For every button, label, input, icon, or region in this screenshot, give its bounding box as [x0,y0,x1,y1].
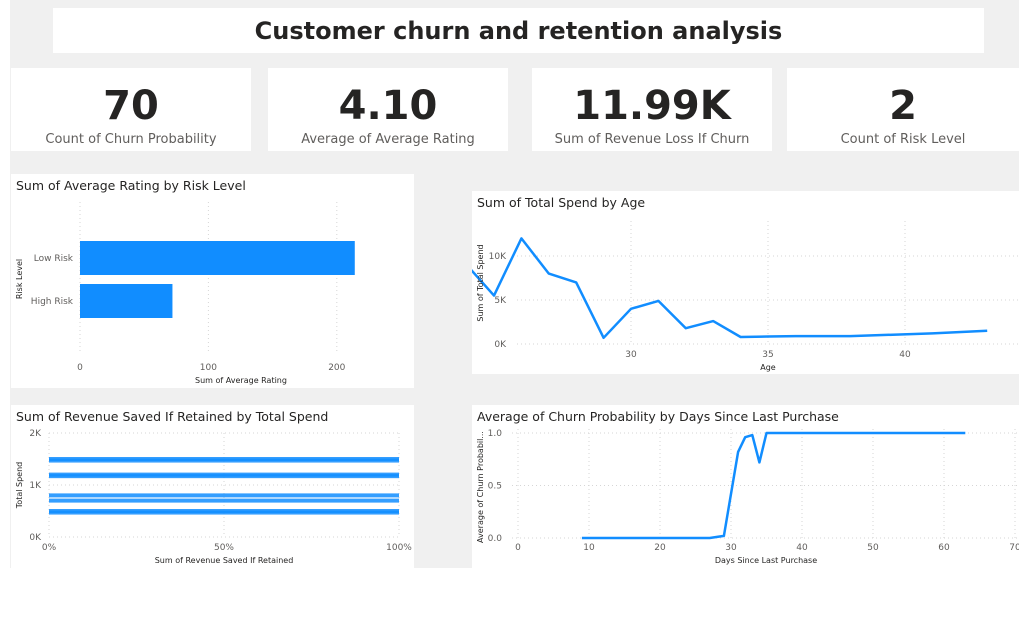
kpi-label: Count of Churn Probability [45,132,217,147]
bar-low-risk [80,241,355,275]
kpi-value: 4.10 [338,83,438,129]
bar-total-spend [49,498,399,503]
bar-total-spend [49,458,399,463]
spend-by-age-visual[interactable]: Sum of Total Spend by Age 0K 5K 10K 30 35 40 A… [472,191,1019,374]
x-tick-label: 50% [214,543,234,553]
x-axis-label: Sum of Average Rating [195,376,287,385]
y-tick-label: Low Risk [34,254,74,264]
y-tick-label: 1.0 [488,429,503,439]
x-axis-label: Age [760,363,776,372]
y-tick-label: 0.0 [488,534,503,544]
x-axis-label: Days Since Last Purchase [715,556,817,565]
y-axis-label: Total Spend [15,462,24,509]
rating-by-risk-visual[interactable]: Sum of Average Rating by Risk Level 0 100… [11,174,414,388]
x-tick-label: 50 [867,543,879,553]
x-tick-label: 200 [328,363,345,373]
kpi-card-churn-count[interactable]: 70 Count of Churn Probability [11,68,251,151]
x-axis-label: Sum of Revenue Saved If Retained [155,556,294,565]
kpi-card-revenue-loss[interactable]: 11.99K Sum of Revenue Loss If Churn [532,68,772,151]
churn-by-days-visual[interactable]: Average of Churn Probability by Days Sin… [472,405,1019,568]
bar-total-spend [49,474,399,479]
bar-total-spend [49,493,399,498]
kpi-label: Count of Risk Level [840,132,966,147]
y-tick-label: 0K [29,533,42,543]
canvas-footer-area [10,568,1019,618]
series-line [581,431,966,540]
x-tick-label: 30 [625,350,637,360]
kpi-card-risk-level-count[interactable]: 2 Count of Risk Level [787,68,1019,151]
x-tick-label: 30 [725,543,737,553]
bar-high-risk [80,284,173,318]
y-axis-label: Average of Churn Probabil... [476,431,485,543]
report-title: Customer churn and retention analysis [254,16,783,45]
x-tick-label: 40 [796,543,808,553]
x-tick-label: 0% [42,543,57,553]
revenue-saved-chart: 0K 1K 2K 0% 50% 100% Sum of Revenue Saved If R… [15,429,412,565]
x-tick-label: 40 [899,350,911,360]
x-tick-label: 70 [1009,543,1019,553]
x-tick-label: 0 [77,363,83,373]
x-tick-label: 20 [654,543,666,553]
y-axis-label: Sum of Total Spend [476,244,485,321]
revenue-saved-visual[interactable]: Sum of Revenue Saved If Retained by Tota… [11,405,414,568]
x-tick-label: 0 [515,543,521,553]
series-line [472,237,988,340]
y-tick-label: 0K [494,340,507,350]
kpi-label: Sum of Revenue Loss If Churn [554,132,750,147]
rating-by-risk-chart: 0 100 200 Low Risk High Risk Sum of Average R… [15,202,355,385]
spend-by-age-chart: 0K 5K 10K 30 35 40 Age Sum of Total Spend [472,221,1019,372]
x-tick-label: 60 [938,543,950,553]
y-tick-label: 5K [494,296,507,306]
kpi-value: 2 [889,83,917,129]
x-tick-label: 10 [583,543,595,553]
y-tick-label: High Risk [31,297,74,307]
x-tick-label: 100% [386,543,412,553]
kpi-label: Average of Average Rating [301,132,475,147]
x-tick-label: 100 [200,363,217,373]
kpi-value: 11.99K [573,83,731,129]
report-title-card: Customer churn and retention analysis [53,8,984,53]
x-tick-label: 35 [762,350,773,360]
bar-total-spend [49,510,399,515]
kpi-value: 70 [103,83,159,129]
y-tick-label: 2K [29,429,42,439]
y-axis-label: Risk Level [15,259,24,299]
kpi-card-average-rating[interactable]: 4.10 Average of Average Rating [268,68,508,151]
y-tick-label: 0.5 [488,482,502,492]
churn-by-days-chart: 0.0 0.5 1.0 0 10 20 30 40 50 60 70 Days Since Last … [476,429,1019,565]
y-tick-label: 1K [29,481,42,491]
y-tick-label: 10K [489,252,507,262]
